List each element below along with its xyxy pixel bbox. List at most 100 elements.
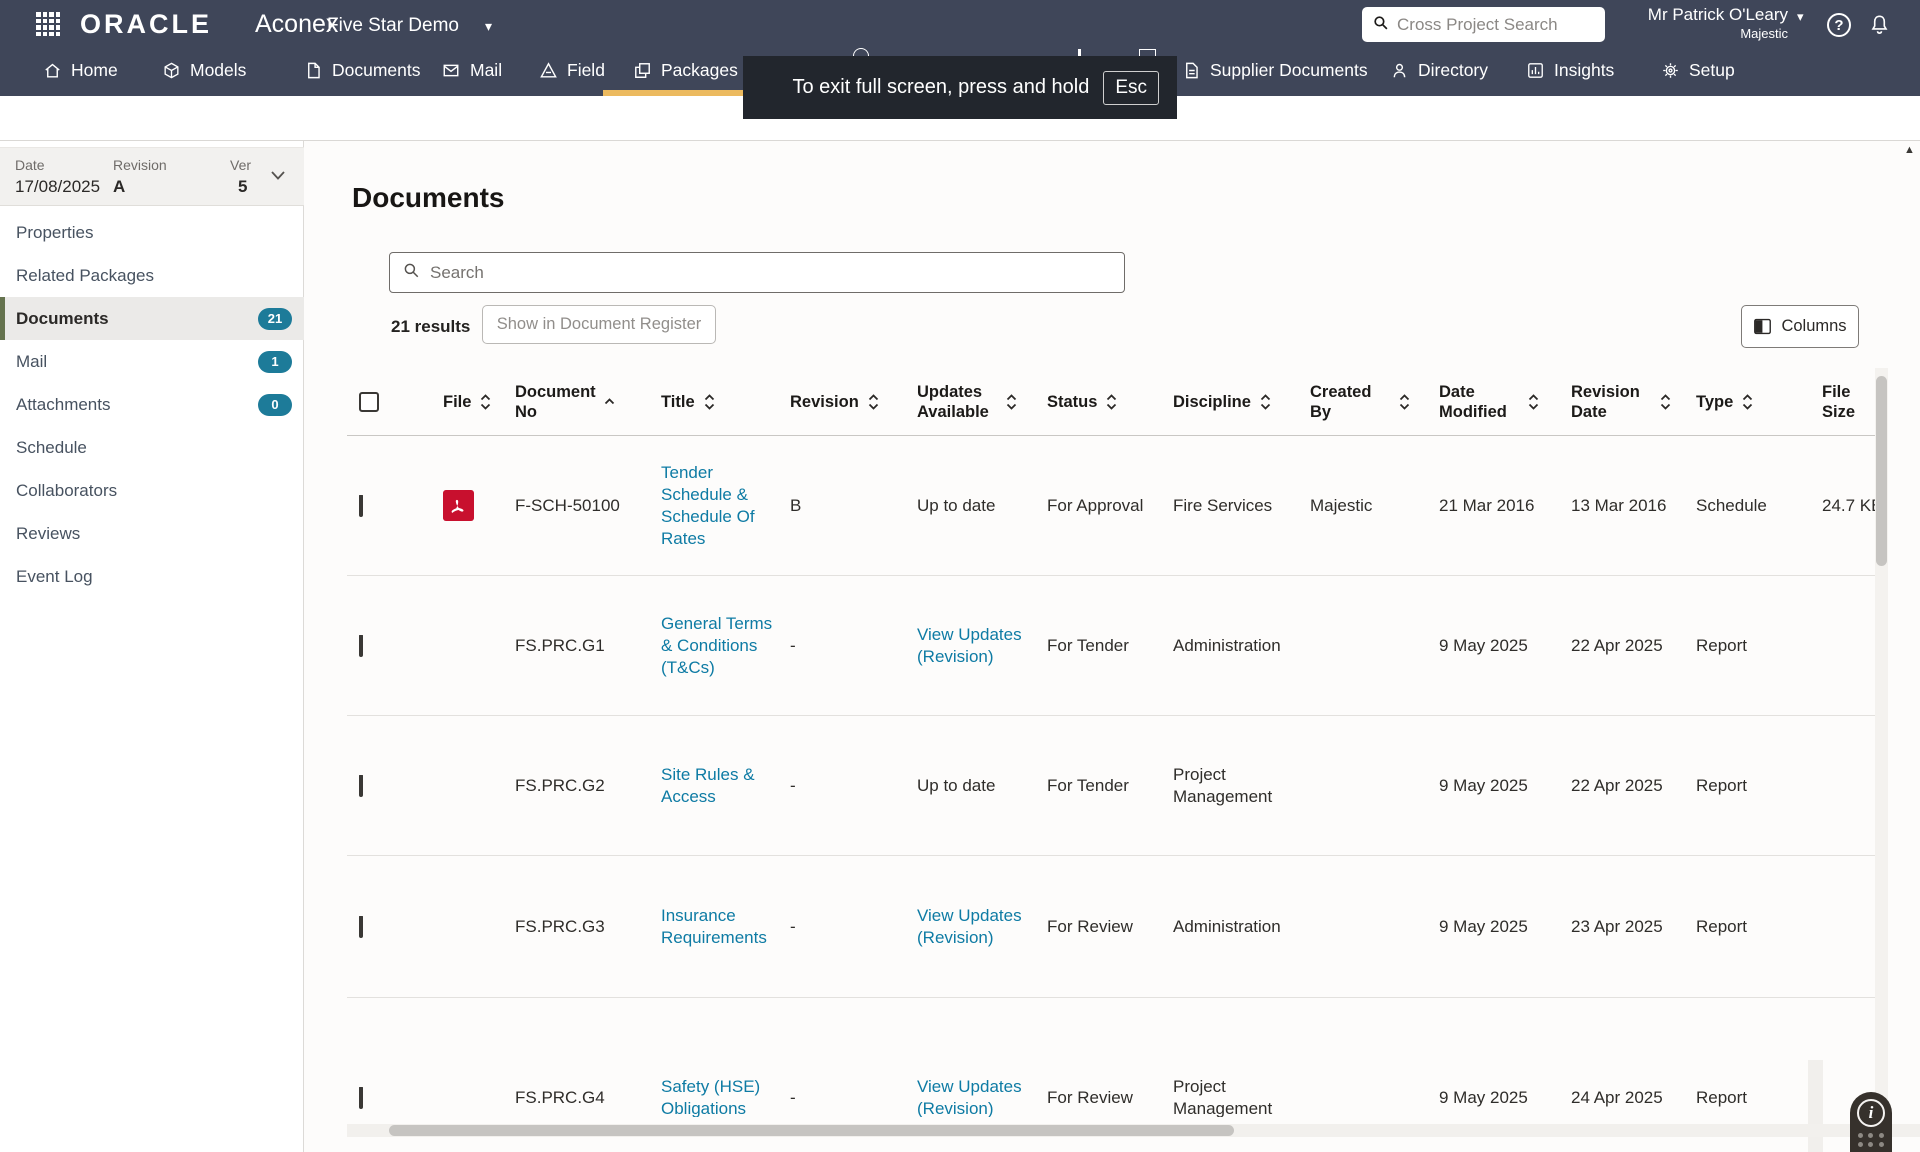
col-header-created-by[interactable]: Created By (1310, 382, 1439, 422)
nav-field[interactable]: Field (539, 48, 605, 92)
cell-discipline: Project Management (1173, 1076, 1310, 1118)
row-checkbox[interactable] (359, 495, 363, 517)
nav-home[interactable]: Home (43, 48, 118, 92)
document-title-link[interactable]: Safety (HSE) Obligations (661, 1077, 760, 1118)
nav-directory[interactable]: Directory (1390, 48, 1488, 92)
nav-supplier-documents[interactable]: Supplier Documents (1182, 48, 1368, 92)
cell-status: For Tender (1047, 635, 1173, 657)
nav-label: Mail (470, 60, 502, 81)
sort-ascending-icon[interactable] (604, 398, 615, 405)
columns-button[interactable]: Columns (1741, 305, 1859, 348)
nav-models[interactable]: Models (162, 48, 246, 92)
user-menu-name[interactable]: Mr Patrick O'Leary (1600, 5, 1788, 25)
sort-icon[interactable] (1660, 394, 1671, 410)
sidebar-item-related-packages[interactable]: Related Packages (0, 254, 304, 297)
sidebar-item-documents[interactable]: Documents 21 (0, 297, 304, 340)
document-title-link[interactable]: General Terms & Conditions (T&Cs) (661, 614, 772, 677)
chevron-down-icon: ▾ (485, 18, 492, 35)
field-triangle-icon (539, 61, 558, 80)
col-header-updates-available[interactable]: Updates Available (917, 382, 1047, 422)
view-updates-link[interactable]: View Updates (Revision) (917, 906, 1022, 947)
notifications-bell-icon[interactable] (1868, 13, 1892, 37)
grid-dots-icon (1858, 1133, 1885, 1147)
supplier-documents-icon (1182, 61, 1201, 80)
col-header-file[interactable]: File (443, 392, 515, 412)
cell-status: For Approval (1047, 495, 1173, 517)
help-widget-button[interactable]: i (1850, 1092, 1892, 1152)
obscured-nav-icon-fragment (1139, 49, 1156, 56)
sidebar-nav-list: Properties Related Packages Documents 21… (0, 211, 304, 598)
col-header-title[interactable]: Title (661, 392, 790, 412)
sort-icon[interactable] (1528, 394, 1539, 410)
cross-project-search[interactable] (1362, 7, 1605, 42)
cross-project-search-input[interactable] (1397, 15, 1577, 35)
row-checkbox[interactable] (359, 775, 363, 797)
info-icon: i (1857, 1099, 1885, 1127)
nav-label: Supplier Documents (1210, 60, 1368, 81)
cell-file-size: 24.7 KB (1822, 495, 1875, 517)
select-all-checkbox[interactable] (359, 392, 379, 412)
col-header-revision[interactable]: Revision (790, 392, 917, 412)
sidebar-item-schedule[interactable]: Schedule (0, 426, 304, 469)
sort-icon[interactable] (480, 394, 491, 410)
document-title-link[interactable]: Insurance Requirements (661, 906, 767, 947)
table-header-row: File Document No Title Re (347, 368, 1875, 436)
cell-revision-date: 22 Apr 2025 (1571, 775, 1696, 797)
col-header-revision-date[interactable]: Revision Date (1571, 382, 1696, 422)
cell-doc-no: FS.PRC.G1 (515, 635, 661, 657)
nav-documents[interactable]: Documents (304, 48, 421, 92)
view-updates-link[interactable]: View Updates (Revision) (917, 625, 1022, 666)
setup-gear-icon (1661, 61, 1680, 80)
sidebar-item-collaborators[interactable]: Collaborators (0, 469, 304, 512)
document-title-link[interactable]: Tender Schedule & Schedule Of Rates (661, 463, 755, 548)
sort-icon[interactable] (868, 394, 879, 410)
col-header-status[interactable]: Status (1047, 392, 1173, 412)
horizontal-scrollbar[interactable] (347, 1124, 1920, 1137)
nav-insights[interactable]: Insights (1526, 48, 1614, 92)
cell-revision-date: 13 Mar 2016 (1571, 495, 1696, 517)
meta-date-label: Date (15, 157, 45, 173)
user-chevron-down-icon: ▾ (1797, 9, 1804, 25)
help-icon[interactable]: ? (1827, 13, 1851, 37)
nav-mail[interactable]: Mail (441, 48, 502, 92)
cell-revision: - (790, 635, 917, 657)
sort-icon[interactable] (1399, 394, 1410, 410)
table-row: FS.PRC.G4 Safety (HSE) Obligations - Vie… (347, 998, 1875, 1117)
nav-label: Documents (332, 60, 421, 81)
documents-search-input[interactable] (430, 263, 1080, 283)
nav-packages[interactable]: Packages (633, 48, 738, 92)
row-checkbox[interactable] (359, 1087, 363, 1109)
row-checkbox[interactable] (359, 635, 363, 657)
sort-icon[interactable] (1006, 394, 1017, 410)
sort-icon[interactable] (1742, 394, 1753, 410)
sidebar-item-reviews[interactable]: Reviews (0, 512, 304, 555)
show-in-document-register-button[interactable]: Show in Document Register (482, 305, 716, 344)
document-title-link[interactable]: Site Rules & Access (661, 765, 755, 806)
sidebar-item-mail[interactable]: Mail 1 (0, 340, 304, 383)
col-header-date-modified[interactable]: Date Modified (1439, 382, 1571, 422)
horizontal-scrollbar-thumb[interactable] (389, 1125, 1234, 1136)
col-header-type[interactable]: Type (1696, 392, 1822, 412)
nav-setup[interactable]: Setup (1661, 48, 1735, 92)
project-switcher[interactable]: Five Star Demo ▾ (327, 15, 492, 37)
vertical-scrollbar[interactable] (1875, 368, 1888, 1117)
vertical-scrollbar-thumb[interactable] (1876, 376, 1887, 566)
pdf-file-icon[interactable] (443, 490, 474, 521)
sort-icon[interactable] (704, 394, 715, 410)
view-updates-link[interactable]: View Updates (Revision) (917, 1077, 1022, 1118)
cell-type: Report (1696, 635, 1822, 657)
meta-expand-chevron-icon[interactable] (270, 168, 286, 186)
sidebar-item-event-log[interactable]: Event Log (0, 555, 304, 598)
sort-icon[interactable] (1106, 394, 1117, 410)
scroll-up-arrow-icon[interactable]: ▲ (1904, 144, 1915, 156)
sidebar-item-attachments[interactable]: Attachments 0 (0, 383, 304, 426)
project-name: Five Star Demo (327, 15, 459, 37)
sidebar-item-properties[interactable]: Properties (0, 211, 304, 254)
app-grid-icon[interactable] (36, 12, 60, 36)
col-header-discipline[interactable]: Discipline (1173, 392, 1310, 412)
col-header-file-size[interactable]: File Size (1822, 382, 1875, 422)
row-checkbox[interactable] (359, 916, 363, 938)
col-header-document-no[interactable]: Document No (515, 382, 661, 422)
sort-icon[interactable] (1260, 394, 1271, 410)
documents-search-box[interactable] (389, 252, 1125, 293)
